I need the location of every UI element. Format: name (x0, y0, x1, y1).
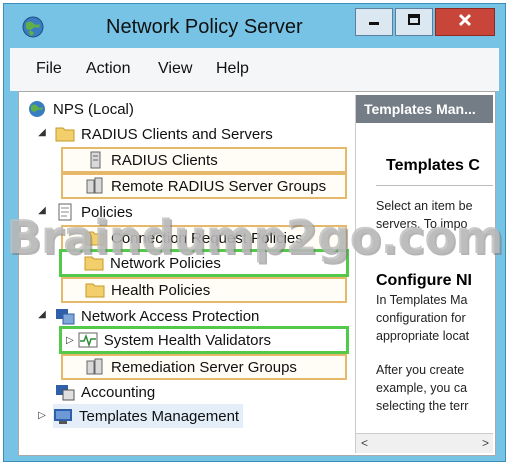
maximize-icon (406, 12, 422, 33)
details-heading: Templates C (386, 157, 480, 174)
tree-label: System Health Validators (103, 331, 271, 349)
scroll-right-icon[interactable]: > (482, 436, 489, 450)
server-group-icon (85, 358, 105, 376)
nps-globe-icon (21, 15, 45, 39)
tree-item-radius-clients-and-servers[interactable]: RADIUS Clients and Servers (55, 122, 273, 146)
details-text: configuration for (376, 311, 466, 325)
templates-icon (53, 407, 73, 425)
tree-label: NPS (Local) (53, 100, 134, 118)
menu-file[interactable]: File (36, 60, 62, 78)
tree-item-health-policies[interactable]: Health Policies (61, 277, 347, 303)
minimize-icon (366, 12, 382, 33)
details-text: After you create (376, 363, 465, 377)
tree-item-remediation-server-groups[interactable]: Remediation Server Groups (61, 354, 347, 380)
tree-label: Network Policies (110, 254, 221, 272)
folder-icon (55, 125, 75, 143)
tree-item-accounting[interactable]: Accounting (55, 380, 155, 404)
tree-item-policies[interactable]: Policies (55, 200, 133, 224)
folder-icon (85, 281, 105, 299)
maximize-button[interactable] (395, 8, 433, 36)
tree-label: Health Policies (111, 281, 211, 299)
details-subheading: Configure NI (376, 272, 472, 289)
menu-view[interactable]: View (158, 60, 192, 78)
tree-label: Connection Request Policies (111, 229, 303, 247)
details-text: In Templates Ma (376, 293, 468, 307)
tree-label: Policies (81, 203, 133, 221)
server-group-icon (85, 177, 105, 195)
tree-label: RADIUS Clients and Servers (81, 125, 273, 143)
minimize-button[interactable] (355, 8, 393, 36)
details-pane: Templates Man... Templates C Select an i… (355, 95, 493, 453)
tree-item-templates-management[interactable]: Templates Management (53, 404, 244, 428)
details-text: Select an item be (376, 199, 473, 213)
tree-item-radius-clients[interactable]: RADIUS Clients (61, 147, 347, 173)
console-tree[interactable]: NPS (Local) ◢ RADIUS Clients and Servers… (19, 92, 351, 455)
tree-label: Network Access Protection (81, 307, 260, 325)
close-icon (457, 12, 473, 33)
folder-icon (84, 254, 104, 272)
server-icon (85, 151, 105, 169)
collapse-icon[interactable]: ◢ (37, 127, 47, 138)
menu-bar: File Action View Help (10, 48, 499, 91)
title-bar[interactable]: Network Policy Server (4, 4, 505, 48)
nps-globe-icon (27, 100, 47, 118)
details-text: example, you ca (376, 381, 468, 395)
tree-item-remote-radius-server-groups[interactable]: Remote RADIUS Server Groups (61, 173, 347, 199)
horizontal-scrollbar[interactable]: < > (356, 433, 493, 453)
tree-label: RADIUS Clients (111, 151, 218, 169)
tree-label: Remediation Server Groups (111, 358, 297, 376)
collapse-icon[interactable]: ◢ (37, 309, 47, 320)
health-validator-icon (78, 331, 98, 349)
details-text: selecting the terr (376, 399, 469, 413)
tree-item-nps-local[interactable]: NPS (Local) (27, 97, 134, 121)
main-content: NPS (Local) ◢ RADIUS Clients and Servers… (18, 91, 496, 456)
details-pane-header: Templates Man... (356, 95, 493, 123)
menu-action[interactable]: Action (86, 60, 130, 78)
tree-item-system-health-validators[interactable]: ▷ System Health Validators (59, 326, 349, 354)
tree-item-connection-request-policies[interactable]: Connection Request Policies (61, 225, 347, 251)
details-text: appropriate locat (376, 329, 470, 343)
tree-item-network-policies[interactable]: Network Policies (59, 249, 349, 277)
policies-icon (55, 203, 75, 221)
details-divider (376, 185, 493, 186)
close-button[interactable] (435, 8, 495, 36)
menu-help[interactable]: Help (216, 60, 249, 78)
collapse-icon[interactable]: ◢ (37, 205, 47, 216)
nps-window: Network Policy Server File Action View H… (3, 3, 506, 462)
window-title: Network Policy Server (106, 16, 303, 38)
folder-icon (85, 229, 105, 247)
expand-icon[interactable]: ▷ (66, 335, 74, 346)
tree-label: Accounting (81, 383, 156, 401)
details-text: servers. To impo (376, 217, 468, 231)
nap-icon (55, 307, 75, 325)
accounting-icon (55, 383, 75, 401)
tree-label: Templates Management (79, 407, 240, 425)
scroll-left-icon[interactable]: < (361, 436, 368, 450)
tree-item-network-access-protection[interactable]: Network Access Protection (55, 304, 259, 328)
tree-label: Remote RADIUS Server Groups (111, 177, 327, 195)
expand-icon[interactable]: ▷ (37, 410, 47, 421)
